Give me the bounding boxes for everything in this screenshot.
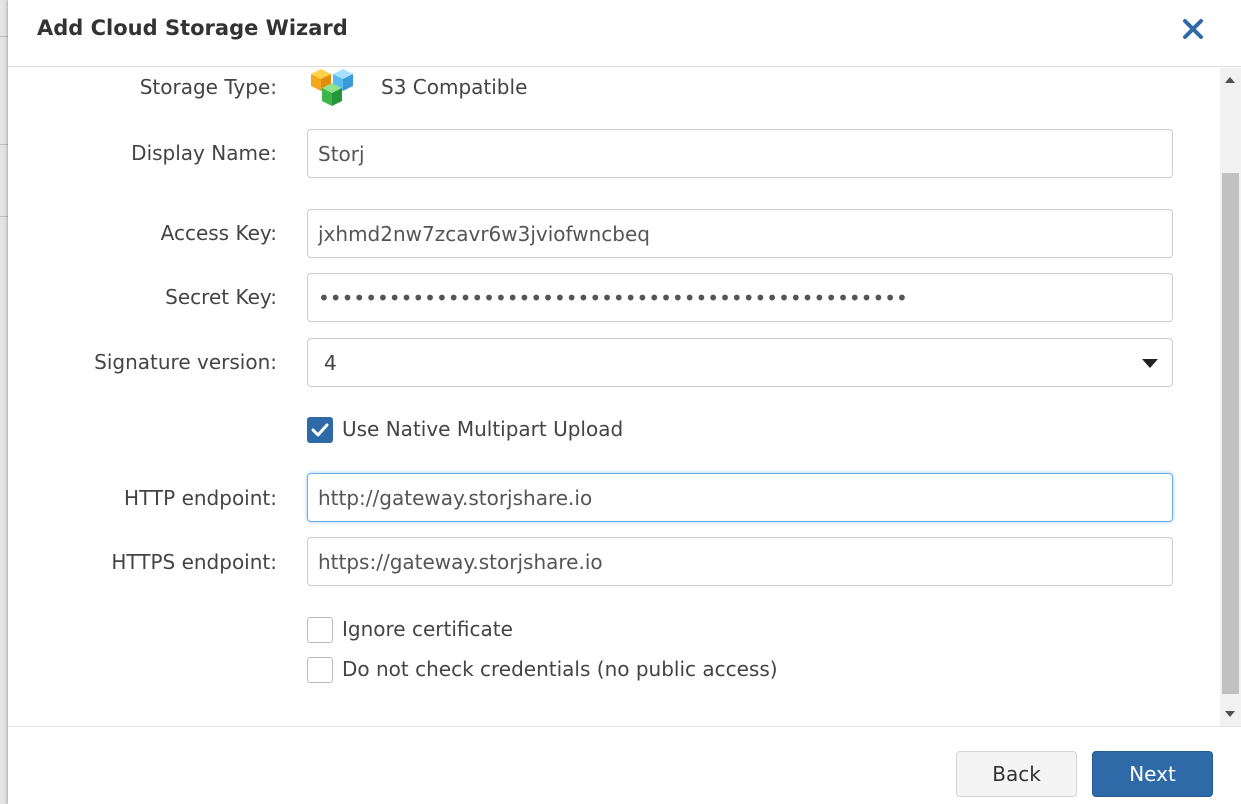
scroll-down-arrow-icon[interactable] (1225, 711, 1235, 717)
signature-version-value: 4 (324, 351, 337, 375)
background-window (0, 0, 8, 804)
close-button[interactable] (1180, 16, 1206, 42)
back-button[interactable]: Back (956, 751, 1077, 797)
access-key-input[interactable] (307, 209, 1173, 258)
dialog-title: Add Cloud Storage Wizard (37, 16, 348, 40)
dialog-footer: Back Next (8, 726, 1241, 804)
no-check-credentials-label: Do not check credentials (no public acce… (342, 657, 778, 681)
dialog-body: Storage Type: S3 Compatible Display Name… (8, 68, 1241, 726)
caret-down-icon (1142, 359, 1158, 368)
display-name-input[interactable] (307, 129, 1173, 178)
secret-key-input[interactable] (307, 273, 1173, 322)
https-endpoint-input[interactable] (307, 537, 1173, 586)
add-cloud-storage-dialog: Add Cloud Storage Wizard Storage Type: S… (8, 0, 1241, 804)
ignore-certificate-label: Ignore certificate (342, 617, 513, 641)
no-check-credentials-checkbox[interactable] (307, 657, 333, 683)
scroll-up-arrow-icon[interactable] (1225, 77, 1235, 83)
https-endpoint-label: HTTPS endpoint: (111, 550, 277, 574)
storage-type-value: S3 Compatible (381, 75, 528, 99)
background-divider (0, 144, 8, 145)
http-endpoint-input[interactable] (307, 473, 1173, 522)
close-icon (1183, 19, 1203, 39)
vertical-scrollbar[interactable] (1220, 68, 1241, 726)
display-name-label: Display Name: (131, 141, 277, 165)
native-multipart-label: Use Native Multipart Upload (342, 417, 624, 441)
storage-type-label: Storage Type: (139, 75, 277, 99)
s3-cubes-icon (309, 68, 357, 112)
signature-version-select[interactable]: 4 (307, 338, 1173, 387)
scrollbar-thumb[interactable] (1222, 173, 1239, 694)
signature-version-label: Signature version: (94, 350, 277, 374)
next-button[interactable]: Next (1092, 751, 1213, 797)
secret-key-label: Secret Key: (165, 285, 277, 309)
background-divider (0, 216, 8, 217)
ignore-certificate-checkbox[interactable] (307, 617, 333, 643)
native-multipart-checkbox[interactable] (307, 417, 333, 443)
checkmark-icon (311, 423, 329, 437)
http-endpoint-label: HTTP endpoint: (124, 486, 277, 510)
access-key-label: Access Key: (160, 221, 277, 245)
dialog-header: Add Cloud Storage Wizard (8, 0, 1241, 67)
background-divider (0, 36, 8, 37)
